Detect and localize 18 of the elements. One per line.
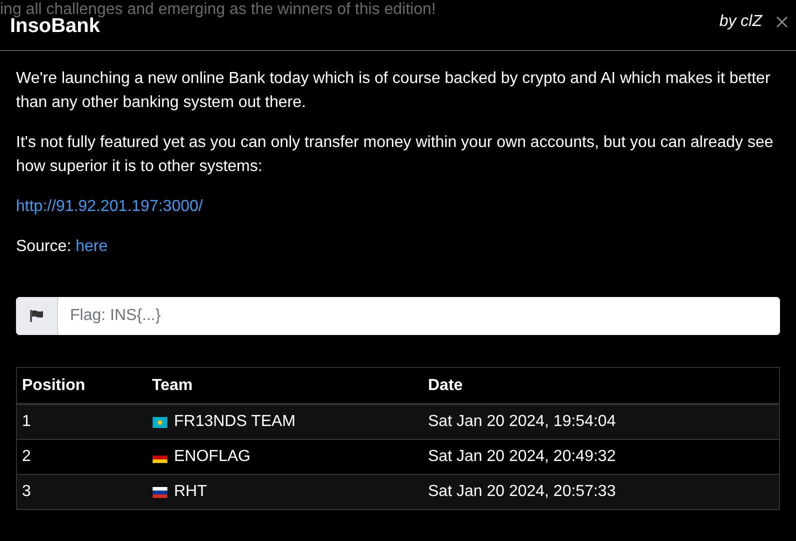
- country-flag-icon: [152, 486, 168, 498]
- source-label: Source:: [16, 238, 72, 255]
- team-name: ENOFLAG: [174, 448, 250, 466]
- description-paragraph: It's not fully featured yet as you can only transfer money within your own accounts, but you can already see how superior it is to other systems:: [16, 133, 774, 177]
- table-cell: 1: [16, 404, 147, 440]
- table-cell: Sat Jan 20 2024, 20:57:33: [423, 474, 780, 510]
- author-label: by clZ: [719, 13, 762, 31]
- table-cell: Sat Jan 20 2024, 19:54:04: [423, 404, 780, 440]
- country-flag-icon: [152, 416, 168, 428]
- team-name: FR13NDS TEAM: [174, 413, 296, 431]
- team-name: RHT: [174, 483, 207, 501]
- close-icon[interactable]: [776, 16, 788, 28]
- challenge-url-link[interactable]: http://91.92.201.197:3000/: [16, 198, 203, 215]
- table-cell: 3: [16, 474, 147, 510]
- description-paragraph: We're launching a new online Bank today which is of course backed by crypto and AI which makes it better than any other banking system out there.: [16, 69, 772, 113]
- flag-icon: [28, 309, 44, 323]
- source-link[interactable]: here: [76, 238, 108, 255]
- flag-input-field[interactable]: Flag: INS{...}: [16, 297, 780, 335]
